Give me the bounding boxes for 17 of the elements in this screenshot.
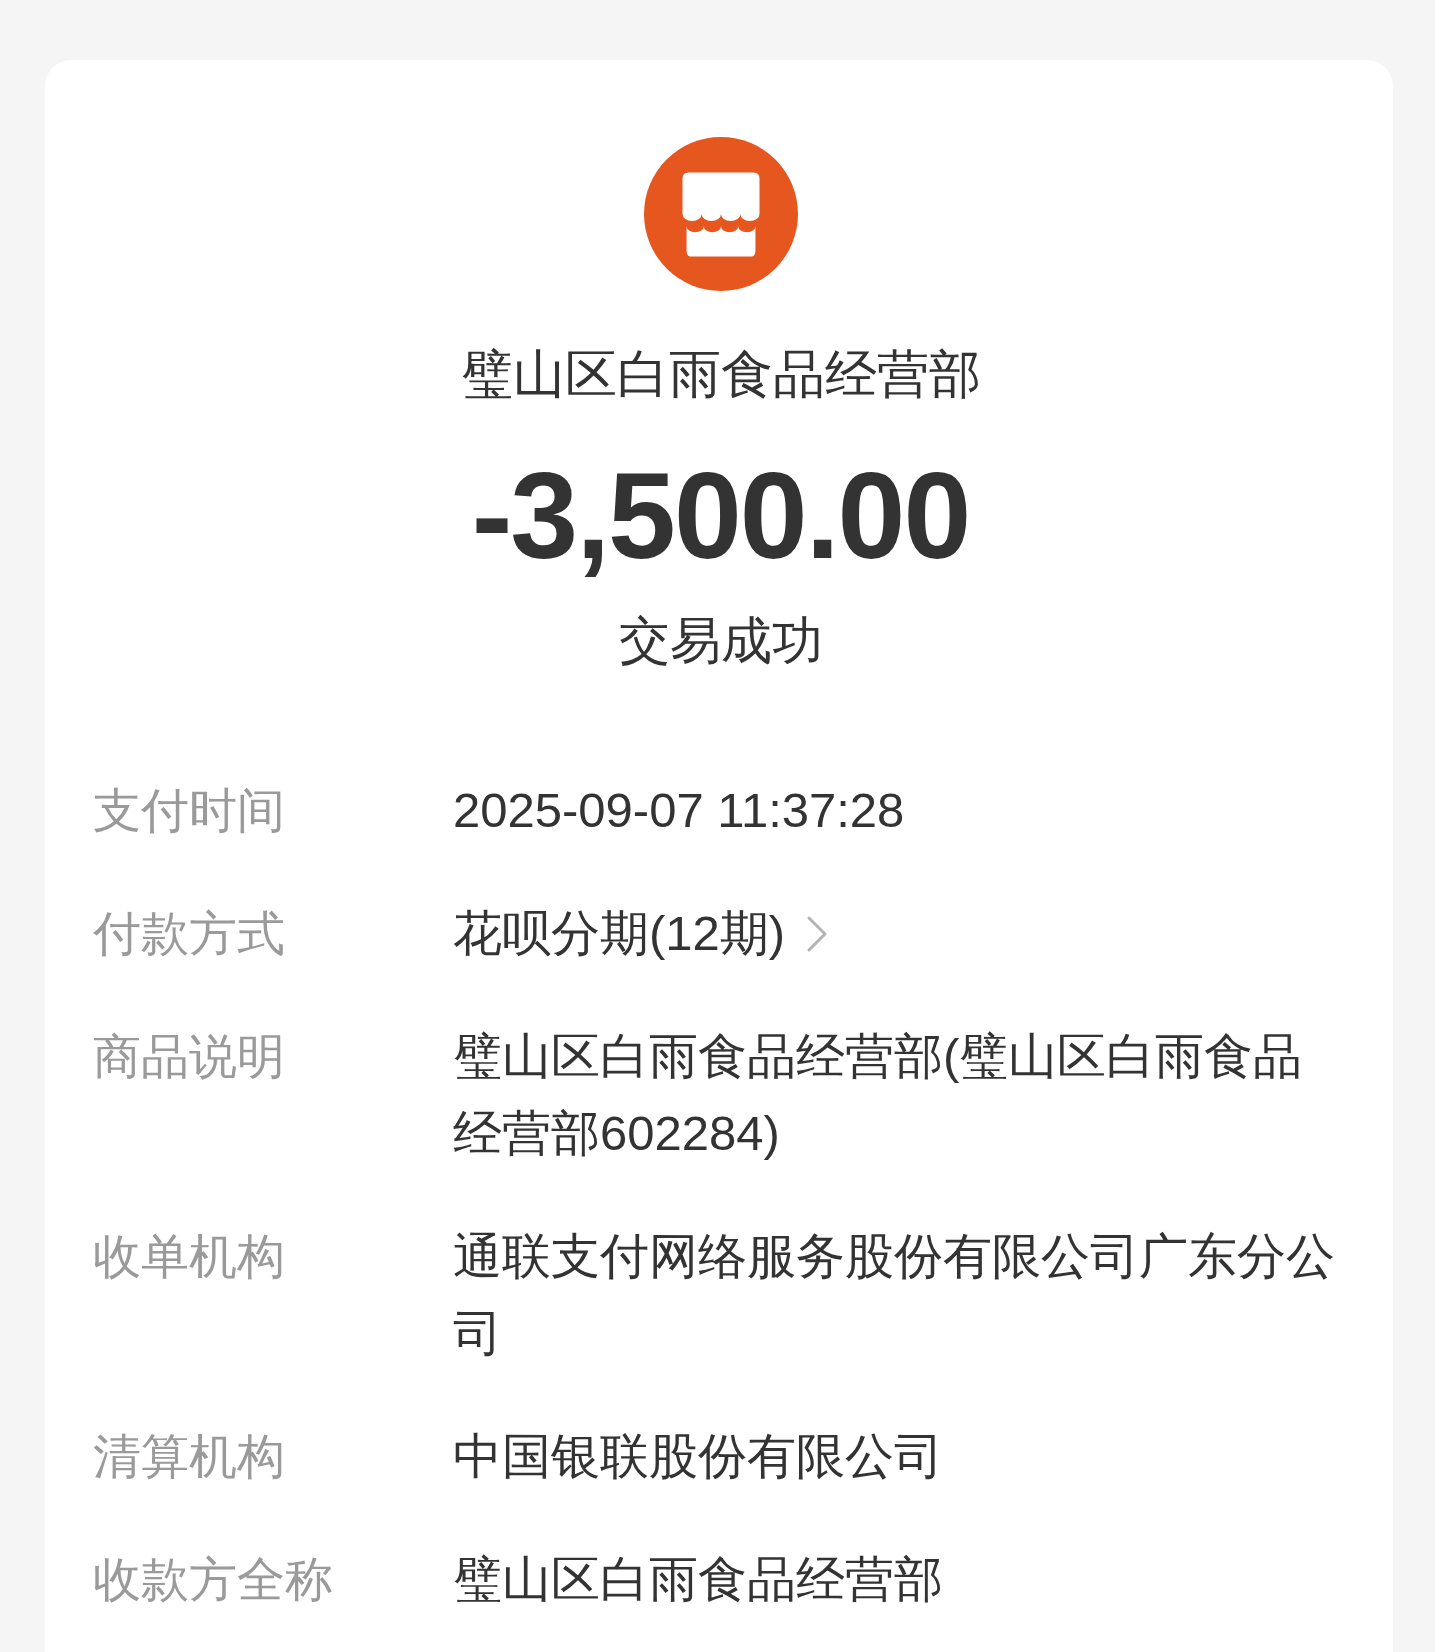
detail-value: 璧山区白雨食品经营部(璧山区白雨食品经营部602284) <box>453 1028 1304 1162</box>
detail-value: 璧山区白雨食品经营部 <box>453 1551 943 1608</box>
chevron-right-icon <box>807 915 828 952</box>
detail-label: 支付时间 <box>93 783 285 839</box>
merchant-name: 璧山区白雨食品经营部 <box>460 344 981 405</box>
store-icon <box>643 137 798 291</box>
detail-label: 收款方全称 <box>93 1552 333 1608</box>
detail-label: 付款方式 <box>93 906 285 962</box>
detail-value: 中国银联股份有限公司 <box>453 1428 943 1485</box>
detail-label: 清算机构 <box>93 1429 285 1485</box>
detail-label: 商品说明 <box>93 1029 285 1085</box>
amount-text: -3,500.00 <box>471 447 970 586</box>
detail-value: 2025-09-07 11:37:28 <box>453 782 905 839</box>
detail-value: 通联支付网络服务股份有限公司广东分公司 <box>453 1228 1336 1362</box>
payment-method-link[interactable]: 花呗分期(12期) <box>453 895 828 972</box>
detail-label: 收单机构 <box>93 1229 285 1285</box>
status-text: 交易成功 <box>618 611 823 671</box>
